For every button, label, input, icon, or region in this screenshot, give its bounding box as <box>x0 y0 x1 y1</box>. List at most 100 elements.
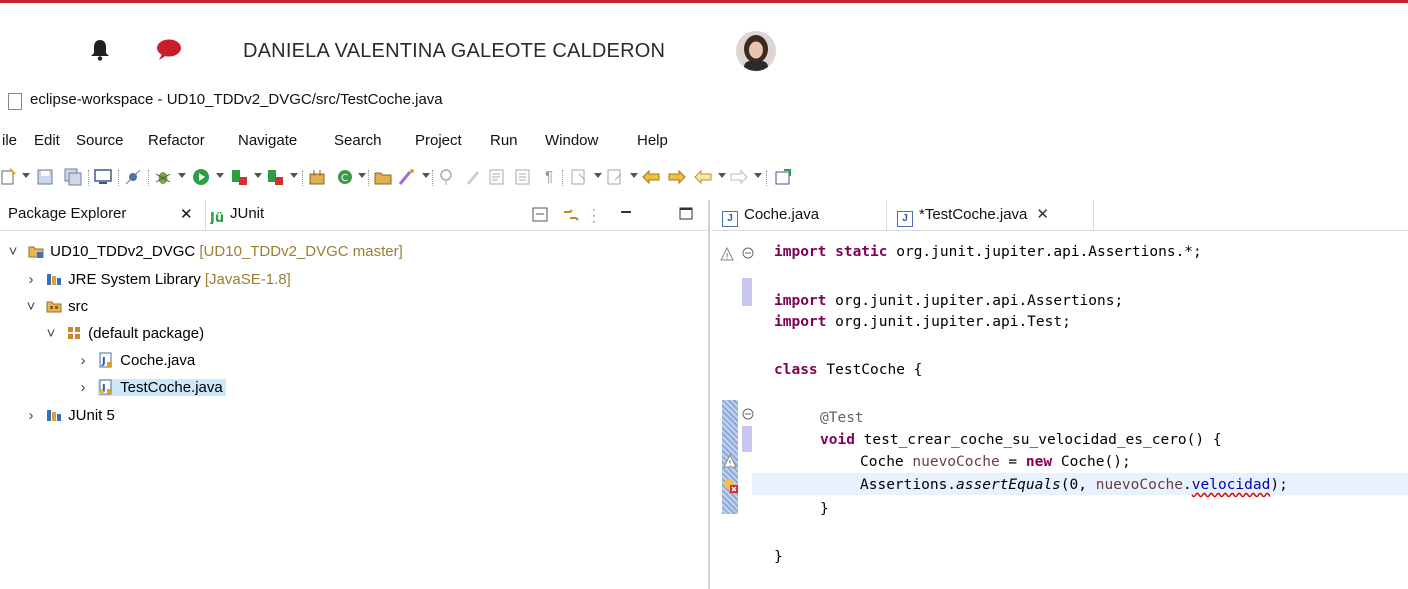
external-tools-icon[interactable] <box>266 168 284 186</box>
bell-icon[interactable] <box>90 39 110 61</box>
code-editor[interactable]: ! ! import static org.junit.jupiter.api.… <box>712 232 1408 589</box>
new-class-icon[interactable]: C <box>336 168 354 186</box>
show-whitespace-icon[interactable]: ¶ <box>540 168 558 186</box>
tab-package-explorer[interactable]: Package Explorer ✕ <box>0 200 206 230</box>
new-icon[interactable] <box>0 168 18 186</box>
source-folder-icon <box>46 301 62 313</box>
pencil-icon[interactable] <box>464 168 482 186</box>
tree-file-coche[interactable]: › J Coche.java <box>76 349 196 373</box>
toolbar-separator <box>148 170 150 186</box>
tab-coche-java[interactable]: J Coche.java <box>722 200 819 230</box>
menu-run[interactable]: Run <box>490 132 518 149</box>
code-line: Assertions.assertEquals(0, nuevoCoche.ve… <box>860 477 1288 493</box>
external-tools-dropdown-icon[interactable] <box>290 173 298 178</box>
debug-dropdown-icon[interactable] <box>178 173 186 178</box>
warning-icon[interactable]: ! <box>720 247 734 261</box>
toggle-mark-icon[interactable] <box>438 168 456 186</box>
menu-refactor[interactable]: Refactor <box>148 132 205 149</box>
open-type-icon[interactable] <box>374 168 392 186</box>
chat-icon[interactable] <box>156 39 182 61</box>
error-icon[interactable] <box>723 478 739 494</box>
forward-icon[interactable] <box>730 168 748 186</box>
project-icon <box>28 246 44 258</box>
word-wrap-icon[interactable] <box>514 168 532 186</box>
toolbar-separator <box>562 170 564 186</box>
prev-annotation-dropdown-icon[interactable] <box>630 173 638 178</box>
save-icon[interactable] <box>36 168 54 186</box>
minimize-icon[interactable] <box>618 207 634 221</box>
chevron-down-icon[interactable]: ˅ <box>6 240 20 264</box>
forward-history-icon[interactable] <box>668 168 686 186</box>
forward-dropdown-icon[interactable] <box>754 173 762 178</box>
fold-collapse-icon[interactable] <box>742 247 754 259</box>
run-icon[interactable] <box>192 168 210 186</box>
menu-file[interactable]: ile <box>2 132 17 149</box>
terminal-icon[interactable] <box>94 168 112 186</box>
collapse-all-icon[interactable] <box>532 207 550 223</box>
fold-collapse-icon[interactable] <box>742 408 754 420</box>
coverage-dropdown-icon[interactable] <box>254 173 262 178</box>
close-icon[interactable]: ✕ <box>1036 200 1049 230</box>
run-dropdown-icon[interactable] <box>216 173 224 178</box>
back-icon[interactable] <box>694 168 712 186</box>
new-class-dropdown-icon[interactable] <box>358 173 366 178</box>
pin-editor-icon[interactable] <box>774 168 792 186</box>
window-title-bar: eclipse-workspace - UD10_TDDv2_DVGC/src/… <box>0 86 1408 114</box>
new-java-project-icon[interactable] <box>308 168 326 186</box>
last-edit-location-icon[interactable] <box>642 168 660 186</box>
tree-package[interactable]: ˅ (default package) <box>44 322 204 346</box>
menu-project[interactable]: Project <box>415 132 462 149</box>
coverage-icon[interactable] <box>230 168 248 186</box>
editor-gutter: ! ! <box>712 232 768 589</box>
next-annotation-icon[interactable] <box>570 168 588 186</box>
chevron-down-icon[interactable]: ˅ <box>24 295 38 319</box>
tab-testcoche-java[interactable]: J *TestCoche.java ✕ <box>886 200 1094 230</box>
menu-search[interactable]: Search <box>334 132 382 149</box>
package-explorer-tabs: Package Explorer ✕ Jü JUnit · · · <box>0 200 707 231</box>
view-menu-icon[interactable]: · · · <box>592 203 596 227</box>
tree-file-testcoche[interactable]: › J TestCoche.java <box>76 376 226 400</box>
next-annotation-dropdown-icon[interactable] <box>594 173 602 178</box>
tab-junit[interactable]: JUnit <box>230 205 264 222</box>
tab-coche-label: Coche.java <box>744 206 820 223</box>
window-title: eclipse-workspace - UD10_TDDv2_DVGC/src/… <box>30 91 443 108</box>
new-dropdown-icon[interactable] <box>22 173 30 178</box>
menu-source[interactable]: Source <box>76 132 124 149</box>
java-file-icon: J <box>99 352 113 368</box>
code-line: } <box>820 501 829 517</box>
chevron-right-icon[interactable]: › <box>24 404 38 428</box>
link-with-editor-icon[interactable] <box>562 207 580 223</box>
block-selection-icon[interactable] <box>488 168 506 186</box>
prev-annotation-icon[interactable] <box>606 168 624 186</box>
menu-help[interactable]: Help <box>637 132 668 149</box>
menu-navigate[interactable]: Navigate <box>238 132 297 149</box>
testcoche-file-label: TestCoche.java <box>120 379 223 396</box>
chevron-right-icon[interactable]: › <box>76 376 90 400</box>
skip-breakpoints-icon[interactable] <box>124 168 142 186</box>
code-line: } <box>774 549 783 565</box>
tree-jre[interactable]: › JRE System Library [JavaSE-1.8] <box>24 268 291 292</box>
project-label: UD10_TDDv2_DVGC <box>50 243 196 260</box>
menu-edit[interactable]: Edit <box>34 132 60 149</box>
tree-src[interactable]: ˅ src <box>24 295 89 319</box>
search-icon[interactable] <box>398 168 416 186</box>
debug-icon[interactable] <box>154 168 172 186</box>
search-dropdown-icon[interactable] <box>422 173 430 178</box>
avatar[interactable] <box>736 31 776 71</box>
close-icon[interactable]: ✕ <box>180 205 193 223</box>
src-label: src <box>68 298 89 315</box>
tree-project[interactable]: ˅ UD10_TDDv2_DVGC [UD10_TDDv2_DVGC maste… <box>6 240 403 264</box>
tree-junit[interactable]: › JUnit 5 <box>24 404 115 428</box>
back-dropdown-icon[interactable] <box>718 173 726 178</box>
save-all-icon[interactable] <box>64 168 82 186</box>
package-icon <box>68 327 81 339</box>
maximize-icon[interactable] <box>678 207 694 221</box>
menu-window[interactable]: Window <box>545 132 598 149</box>
panel-divider[interactable] <box>708 200 710 589</box>
chevron-right-icon[interactable]: › <box>24 268 38 292</box>
code-line: class TestCoche { <box>774 362 923 378</box>
warning-icon[interactable]: ! <box>723 454 737 468</box>
chevron-right-icon[interactable]: › <box>76 349 90 373</box>
jre-version: [JavaSE-1.8] <box>204 271 291 288</box>
chevron-down-icon[interactable]: ˅ <box>44 322 58 346</box>
